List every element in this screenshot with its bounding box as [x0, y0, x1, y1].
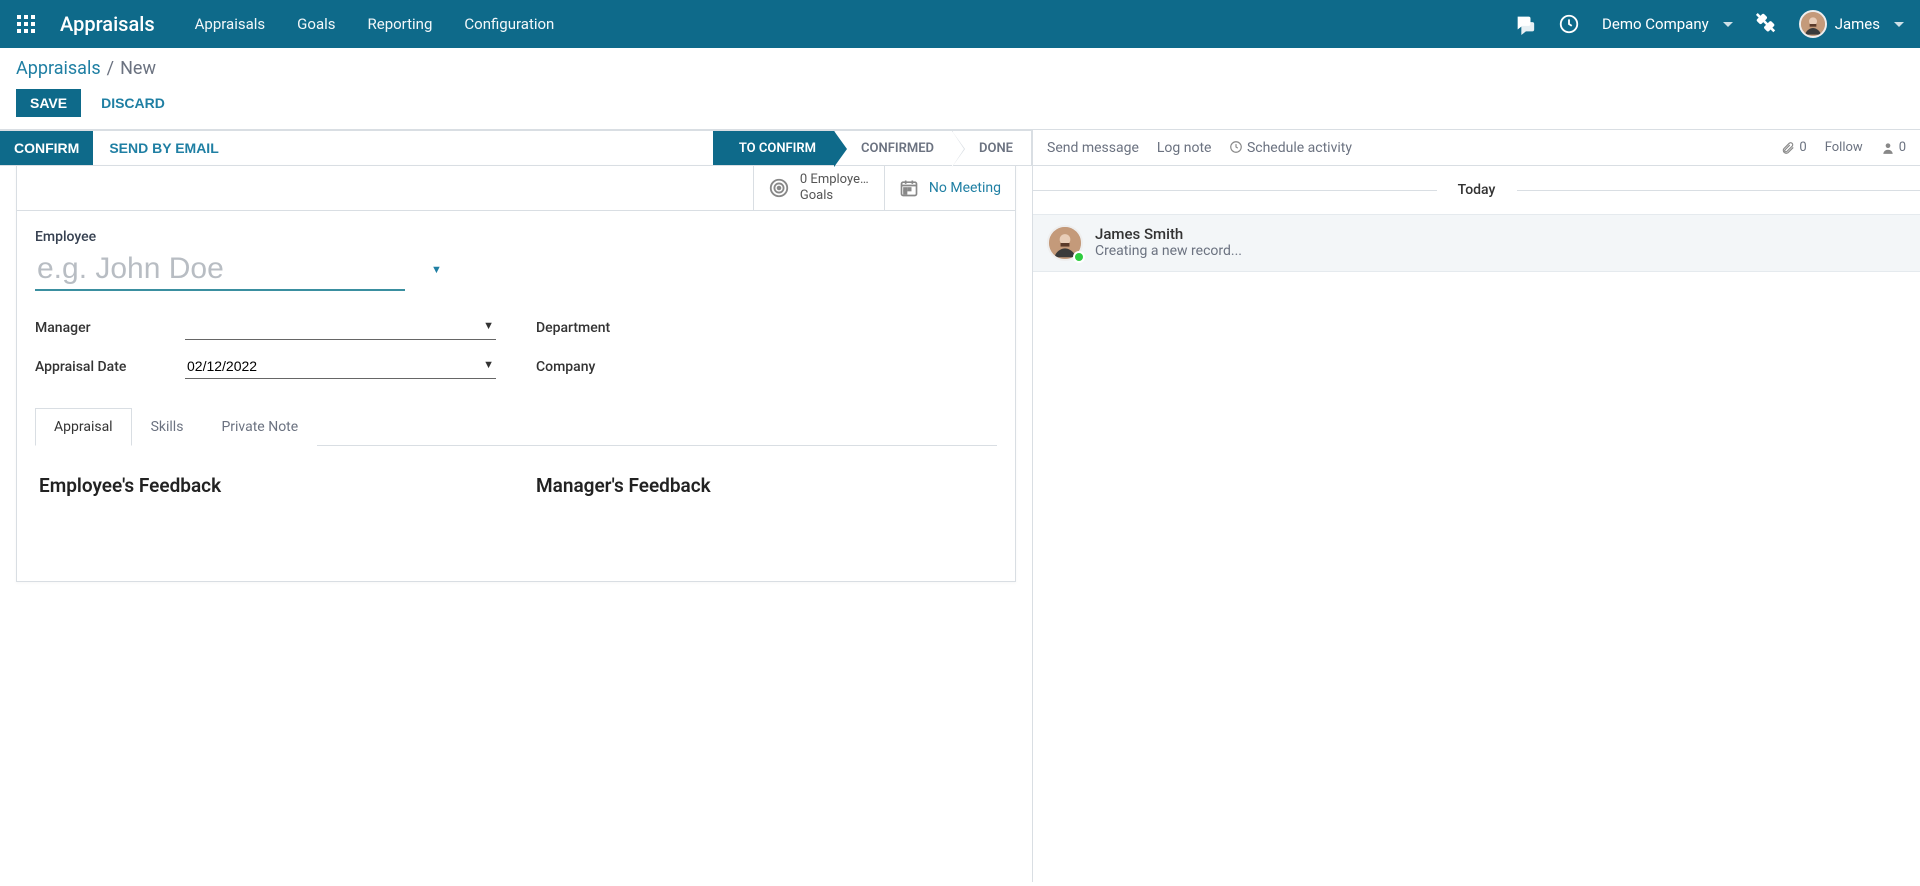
nav-item-configuration[interactable]: Configuration: [464, 15, 554, 33]
employee-label: Employee: [35, 229, 997, 245]
confirm-button[interactable]: CONFIRM: [0, 131, 93, 165]
company-name: Demo Company: [1602, 15, 1709, 33]
tab-private-note[interactable]: Private Note: [202, 408, 317, 446]
user-name: James: [1835, 15, 1880, 33]
stat-meeting-button[interactable]: No Meeting: [884, 166, 1015, 210]
breadcrumb-current: New: [120, 58, 156, 79]
tab-skills[interactable]: Skills: [132, 408, 203, 446]
status-steps: TO CONFIRM CONFIRMED DONE: [713, 131, 1031, 165]
appraisal-date-input[interactable]: [185, 354, 496, 379]
form-area: CONFIRM SEND BY EMAIL TO CONFIRM CONFIRM…: [0, 130, 1032, 882]
dropdown-icon[interactable]: ▼: [483, 319, 494, 332]
department-label: Department: [536, 320, 686, 336]
statusbar: CONFIRM SEND BY EMAIL TO CONFIRM CONFIRM…: [0, 130, 1032, 166]
activities-icon[interactable]: [1558, 13, 1580, 35]
company-row: Company: [536, 354, 997, 379]
breadcrumb-root[interactable]: Appraisals: [16, 58, 101, 79]
attachments-count: 0: [1799, 140, 1806, 155]
dropdown-icon[interactable]: ▼: [425, 263, 448, 276]
button-box: 0 Employe... Goals No Meeting: [17, 166, 1015, 211]
manager-row: Manager ▼: [35, 315, 496, 340]
followers-count: 0: [1899, 140, 1906, 155]
send-message-button[interactable]: Send message: [1047, 140, 1139, 156]
manager-input[interactable]: [185, 315, 496, 340]
calendar-icon: [899, 178, 919, 198]
nav-menu: Appraisals Goals Reporting Configuration: [195, 15, 555, 33]
dropdown-icon[interactable]: ▼: [483, 358, 494, 371]
avatar: [1799, 10, 1827, 38]
nav-item-goals[interactable]: Goals: [297, 15, 335, 33]
apps-icon[interactable]: [16, 14, 36, 34]
breadcrumb-sep: /: [107, 58, 114, 79]
form-sheet: 0 Employe... Goals No Meeting Employee: [16, 165, 1016, 582]
employee-field[interactable]: ▼: [35, 249, 405, 291]
nav-item-appraisals[interactable]: Appraisals: [195, 15, 266, 33]
chatter: Send message Log note Schedule activity …: [1032, 130, 1920, 882]
chatter-message: James Smith Creating a new record...: [1033, 214, 1920, 272]
department-row: Department: [536, 315, 997, 340]
follow-button[interactable]: Follow: [1825, 140, 1863, 155]
followers-button[interactable]: 0: [1881, 140, 1906, 155]
appraisal-date-label: Appraisal Date: [35, 359, 185, 375]
tabs: Appraisal Skills Private Note: [35, 407, 997, 446]
chatter-topbar: Send message Log note Schedule activity …: [1033, 130, 1920, 166]
debug-icon[interactable]: [1755, 13, 1777, 35]
employee-input[interactable]: [35, 251, 425, 287]
status-step-to-confirm[interactable]: TO CONFIRM: [713, 131, 834, 165]
discuss-icon[interactable]: [1514, 13, 1536, 35]
message-body: Creating a new record...: [1095, 243, 1242, 259]
schedule-activity-label: Schedule activity: [1247, 140, 1352, 156]
company-selector[interactable]: Demo Company: [1602, 15, 1733, 33]
save-button[interactable]: SAVE: [16, 89, 81, 117]
attachments-button[interactable]: 0: [1781, 140, 1806, 155]
presence-indicator: [1073, 251, 1085, 263]
navbar: Appraisals Appraisals Goals Reporting Co…: [0, 0, 1920, 48]
stat-goals-top: 0 Employe...: [800, 172, 870, 188]
schedule-activity-button[interactable]: Schedule activity: [1229, 140, 1352, 156]
tab-content-appraisal: Employee's Feedback Manager's Feedback: [35, 446, 997, 557]
log-note-button[interactable]: Log note: [1157, 140, 1212, 156]
discard-button[interactable]: DISCARD: [97, 89, 169, 117]
user-menu[interactable]: James: [1799, 10, 1904, 38]
stat-goals-bottom: Goals: [800, 188, 833, 203]
send-by-email-button[interactable]: SEND BY EMAIL: [93, 131, 234, 165]
app-title: Appraisals: [60, 12, 155, 36]
stat-goals-button[interactable]: 0 Employe... Goals: [753, 166, 884, 210]
manager-label: Manager: [35, 320, 185, 336]
message-author: James Smith: [1095, 225, 1242, 243]
appraisal-date-row: Appraisal Date ▼: [35, 354, 496, 379]
manager-feedback-title: Manager's Feedback: [536, 474, 993, 497]
employee-feedback-title: Employee's Feedback: [39, 474, 496, 497]
target-icon: [768, 177, 790, 199]
control-panel: Appraisals / New SAVE DISCARD: [0, 48, 1920, 130]
tab-appraisal[interactable]: Appraisal: [35, 408, 132, 446]
stat-meeting-text: No Meeting: [929, 180, 1001, 196]
status-step-confirmed[interactable]: CONFIRMED: [834, 131, 952, 165]
breadcrumb: Appraisals / New: [16, 58, 1904, 79]
today-divider: Today: [1033, 166, 1920, 214]
nav-item-reporting[interactable]: Reporting: [368, 15, 433, 33]
company-label: Company: [536, 359, 686, 375]
